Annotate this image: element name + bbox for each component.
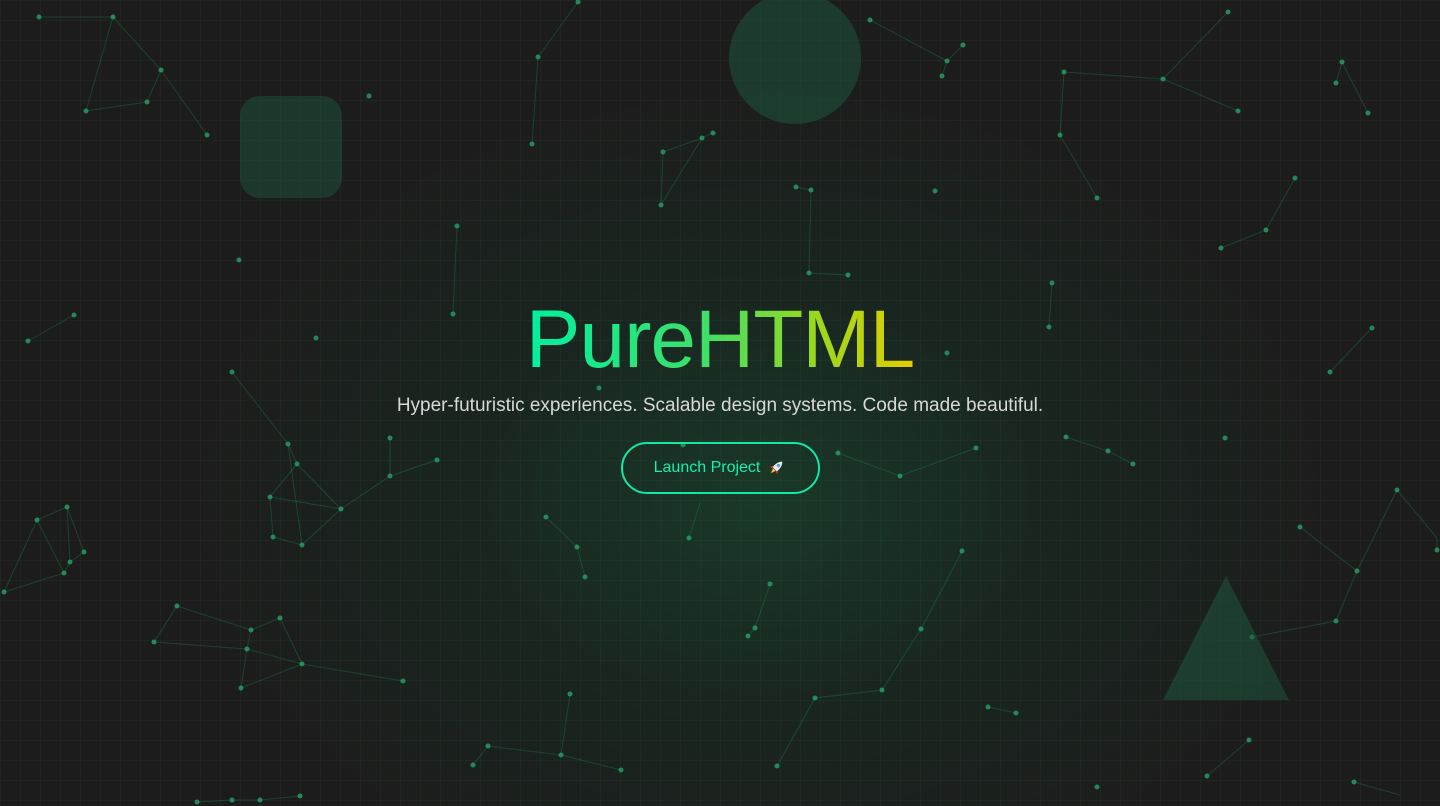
hero-page: PureHTML Hyper-futuristic experiences. S…: [0, 0, 1440, 806]
launch-project-label: Launch Project: [653, 459, 761, 476]
rocket-icon: [769, 461, 783, 475]
floating-triangle-shape: [1163, 576, 1289, 700]
hero-section: PureHTML Hyper-futuristic experiences. S…: [0, 290, 1440, 494]
floating-circle-shape: [729, 0, 861, 124]
hero-subtitle: Hyper-futuristic experiences. Scalable d…: [396, 395, 1044, 416]
floating-square-shape: [240, 96, 342, 198]
launch-project-button[interactable]: Launch Project: [620, 442, 820, 494]
hero-title: PureHTML: [526, 290, 915, 390]
